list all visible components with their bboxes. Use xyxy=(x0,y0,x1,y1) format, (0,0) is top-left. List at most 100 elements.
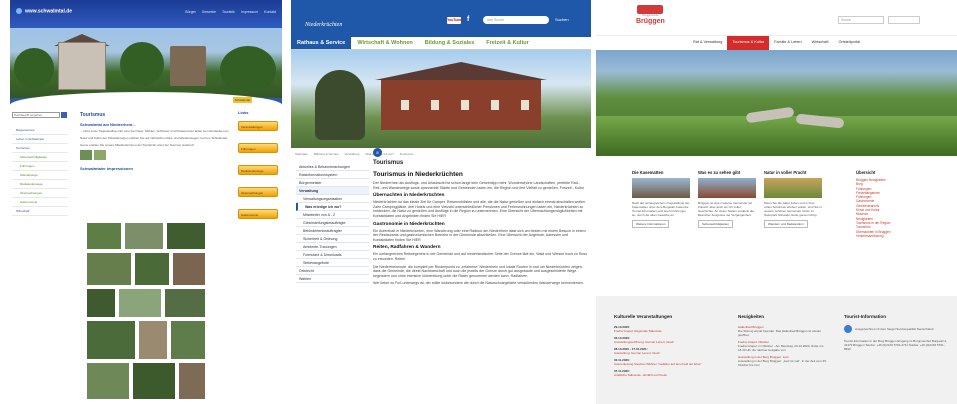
news-item[interactable]: Fredra Grapel: Oktober Fredra Grapel: im … xyxy=(738,340,830,352)
link-button[interactable]: Veranstaltungen xyxy=(238,121,278,131)
news-text: Fredra Grapel: im Oktober - Am Dienstag,… xyxy=(738,344,824,352)
gallery-photo[interactable] xyxy=(164,288,206,318)
gallery-photo[interactable] xyxy=(138,320,168,360)
search-input[interactable]: Suchbegriff eingeben xyxy=(12,112,60,118)
tab-freizeit-kultur[interactable]: Freizeit & Kultur xyxy=(480,37,534,49)
breadcrumb-item[interactable]: Verwaltung xyxy=(345,152,360,156)
thumbnail[interactable] xyxy=(80,150,92,160)
gallery-photo[interactable] xyxy=(86,252,132,286)
gallery-photo[interactable] xyxy=(132,362,176,400)
gallery-photo[interactable] xyxy=(170,320,206,360)
nav-item[interactable]: Touristik xyxy=(222,10,235,14)
event-title[interactable]: Ausstellungseröffnung: Gunnar Lenert, Gi… xyxy=(614,340,706,344)
breadcrumb-item[interactable]: Rathaus & Service xyxy=(314,152,339,156)
teaser-button[interactable]: Sehenswürdigkeiten xyxy=(698,220,734,228)
search-button[interactable]: Suchen xyxy=(555,17,569,22)
tab-wirtschaft[interactable]: Wirtschaft xyxy=(807,36,834,50)
section-heading: Gastronomie in Niederkrüchten xyxy=(373,221,445,227)
tab-bildung-soziales[interactable]: Bildung & Soziales xyxy=(419,37,481,49)
teaser-image[interactable] xyxy=(764,178,822,198)
teaser-button[interactable]: Weitere Informationen xyxy=(632,220,670,228)
menu-item[interactable]: Tourismus xyxy=(12,144,68,153)
link-button[interactable]: Führungen xyxy=(238,143,278,153)
nav-item[interactable]: Kontakt xyxy=(264,10,276,14)
tab-familie-leben[interactable]: Familie & Leben xyxy=(769,36,806,50)
site-logo[interactable]: www.schwalmtal.de xyxy=(16,8,72,14)
hero-image xyxy=(596,50,957,156)
sidebar-item[interactable]: Stellenangebote xyxy=(296,259,369,267)
sidebar-item[interactable]: Wahlen xyxy=(296,275,369,283)
tab-ortsteilportal[interactable]: Ortsteilportal xyxy=(834,36,866,50)
menu-item[interactable]: Leben in Schwalmtal xyxy=(12,135,68,144)
event-title[interactable]: Fredra Grapel: Regionale Talkrunde xyxy=(614,329,706,333)
menu-item[interactable]: Bürgerservice xyxy=(12,126,68,135)
tourist-address: Tourist-Information in der Burg Brüggen … xyxy=(844,339,947,351)
link-button[interactable]: Gastronomie xyxy=(238,209,278,219)
sidebar-item[interactable]: Ambiente-Trauungen xyxy=(296,243,369,251)
site-logo[interactable]: Niederkrüchten xyxy=(305,22,342,28)
event-item[interactable]: 03.10.2020: Ausstellungseröffnung: Gunnar… xyxy=(614,336,706,344)
menu-item[interactable]: Führungen xyxy=(12,162,68,171)
menu-item[interactable]: Übernachtungen xyxy=(12,189,68,198)
link-button[interactable]: Übernachtungen xyxy=(238,187,278,197)
search-button[interactable] xyxy=(61,112,67,118)
tab-rat-verwaltung[interactable]: Rat & Verwaltung xyxy=(688,36,727,50)
sidebar-item[interactable]: Aktuelles & Bekanntmachungen xyxy=(296,163,369,171)
search-input[interactable]: Ihre Suche xyxy=(483,16,549,24)
overview-link[interactable]: Verkehrsanbindung xyxy=(856,234,946,238)
event-item[interactable]: 29.10.2020: Fredra Grapel: Regionale Talk… xyxy=(614,325,706,333)
facebook-icon[interactable]: f xyxy=(467,16,469,23)
event-title[interactable]: Antikliche Talkrunde - Erzählt und Keule xyxy=(614,373,706,377)
sidebar-item[interactable]: Verwaltung xyxy=(296,187,369,195)
menu-item[interactable]: Wanderwege xyxy=(12,171,68,180)
sidebar-item[interactable]: Sicherheit & Ordnung xyxy=(296,235,369,243)
event-item[interactable]: 07.11.2020: Antikliche Talkrunde - Erzähl… xyxy=(614,369,706,377)
sidebar-item[interactable]: Behindertenbeauftragter xyxy=(296,227,369,235)
menu-item[interactable]: Sehenswürdigkeiten xyxy=(12,153,68,162)
gallery-photo[interactable] xyxy=(86,362,130,400)
news-item[interactable]: Hallenbad Brüggen Die Sitzung wurde beend… xyxy=(738,325,830,337)
sidebar-item[interactable]: Mitarbeiter von A - Z xyxy=(296,211,369,219)
sidebar-item[interactable]: Was erledige ich wo? xyxy=(296,203,369,211)
news-item[interactable]: Ausstellung in der Burg Brüggen: Lutz.. A… xyxy=(738,355,830,367)
event-title[interactable]: Autorenlesung Stephan Wähner "Gefallen a… xyxy=(614,362,706,366)
gallery-photo[interactable] xyxy=(86,320,136,360)
sidebar-item[interactable]: Bürgermeister xyxy=(296,179,369,187)
event-item[interactable]: 03.11.2020: Autorenlesung Stephan Wähner … xyxy=(614,358,706,366)
teaser-image[interactable] xyxy=(632,178,690,198)
gallery-photo[interactable] xyxy=(166,222,206,250)
breadcrumb-item[interactable]: Startseite xyxy=(295,152,308,156)
event-item[interactable]: 28.10.2020 - 17.01.2021: Ausstellung: Gun… xyxy=(614,347,706,355)
search-input[interactable]: Suche xyxy=(838,16,884,24)
search-button[interactable] xyxy=(888,16,920,24)
teaser-button[interactable]: Wandern und Radwandern xyxy=(764,220,808,228)
link-button[interactable]: Radwanderwege xyxy=(238,165,278,175)
gallery-photo[interactable] xyxy=(118,288,162,318)
menu-item[interactable]: Wirtschaft xyxy=(12,207,68,216)
sidebar-item[interactable]: Formulare & Downloads xyxy=(296,251,369,259)
youtube-icon[interactable]: YouTube xyxy=(447,17,461,24)
window-shape xyxy=(521,100,529,110)
gallery-photo[interactable] xyxy=(86,222,122,250)
sidebar-item[interactable]: Gleichstellungsbeauftragte xyxy=(296,219,369,227)
teaser-image[interactable] xyxy=(698,178,756,198)
event-title[interactable]: Ausstellung: Gunnar Lenert, Gisch xyxy=(614,351,706,355)
nav-item[interactable]: Bürger xyxy=(185,10,196,14)
nav-item[interactable]: Impressum xyxy=(241,10,258,14)
tab-wirtschaft-wohnen[interactable]: Wirtschaft & Wohnen xyxy=(351,37,418,49)
tab-tourismus-kultur[interactable]: Tourismus & Kultur xyxy=(727,36,770,50)
gallery-photo[interactable] xyxy=(172,252,206,286)
menu-item[interactable]: Radwanderwege xyxy=(12,180,68,189)
sidebar-item[interactable]: Ratsinformationssystem xyxy=(296,171,369,179)
gallery-photo[interactable] xyxy=(86,288,116,318)
site-logo[interactable]: Burggemeinde Brüggen xyxy=(636,5,665,25)
sidebar-item[interactable]: Ortsrecht xyxy=(296,267,369,275)
gallery-photo[interactable] xyxy=(134,252,170,286)
thumbnail[interactable] xyxy=(94,150,106,160)
sidebar-item[interactable]: Verwaltungsorganisation xyxy=(296,195,369,203)
gallery-photo[interactable] xyxy=(124,222,164,250)
gallery-photo[interactable] xyxy=(178,362,206,400)
tab-rathaus-service[interactable]: Rathaus & Service xyxy=(291,37,352,49)
menu-item[interactable]: Gastronomie xyxy=(12,198,68,207)
nav-item[interactable]: Gewerbe xyxy=(202,10,216,14)
